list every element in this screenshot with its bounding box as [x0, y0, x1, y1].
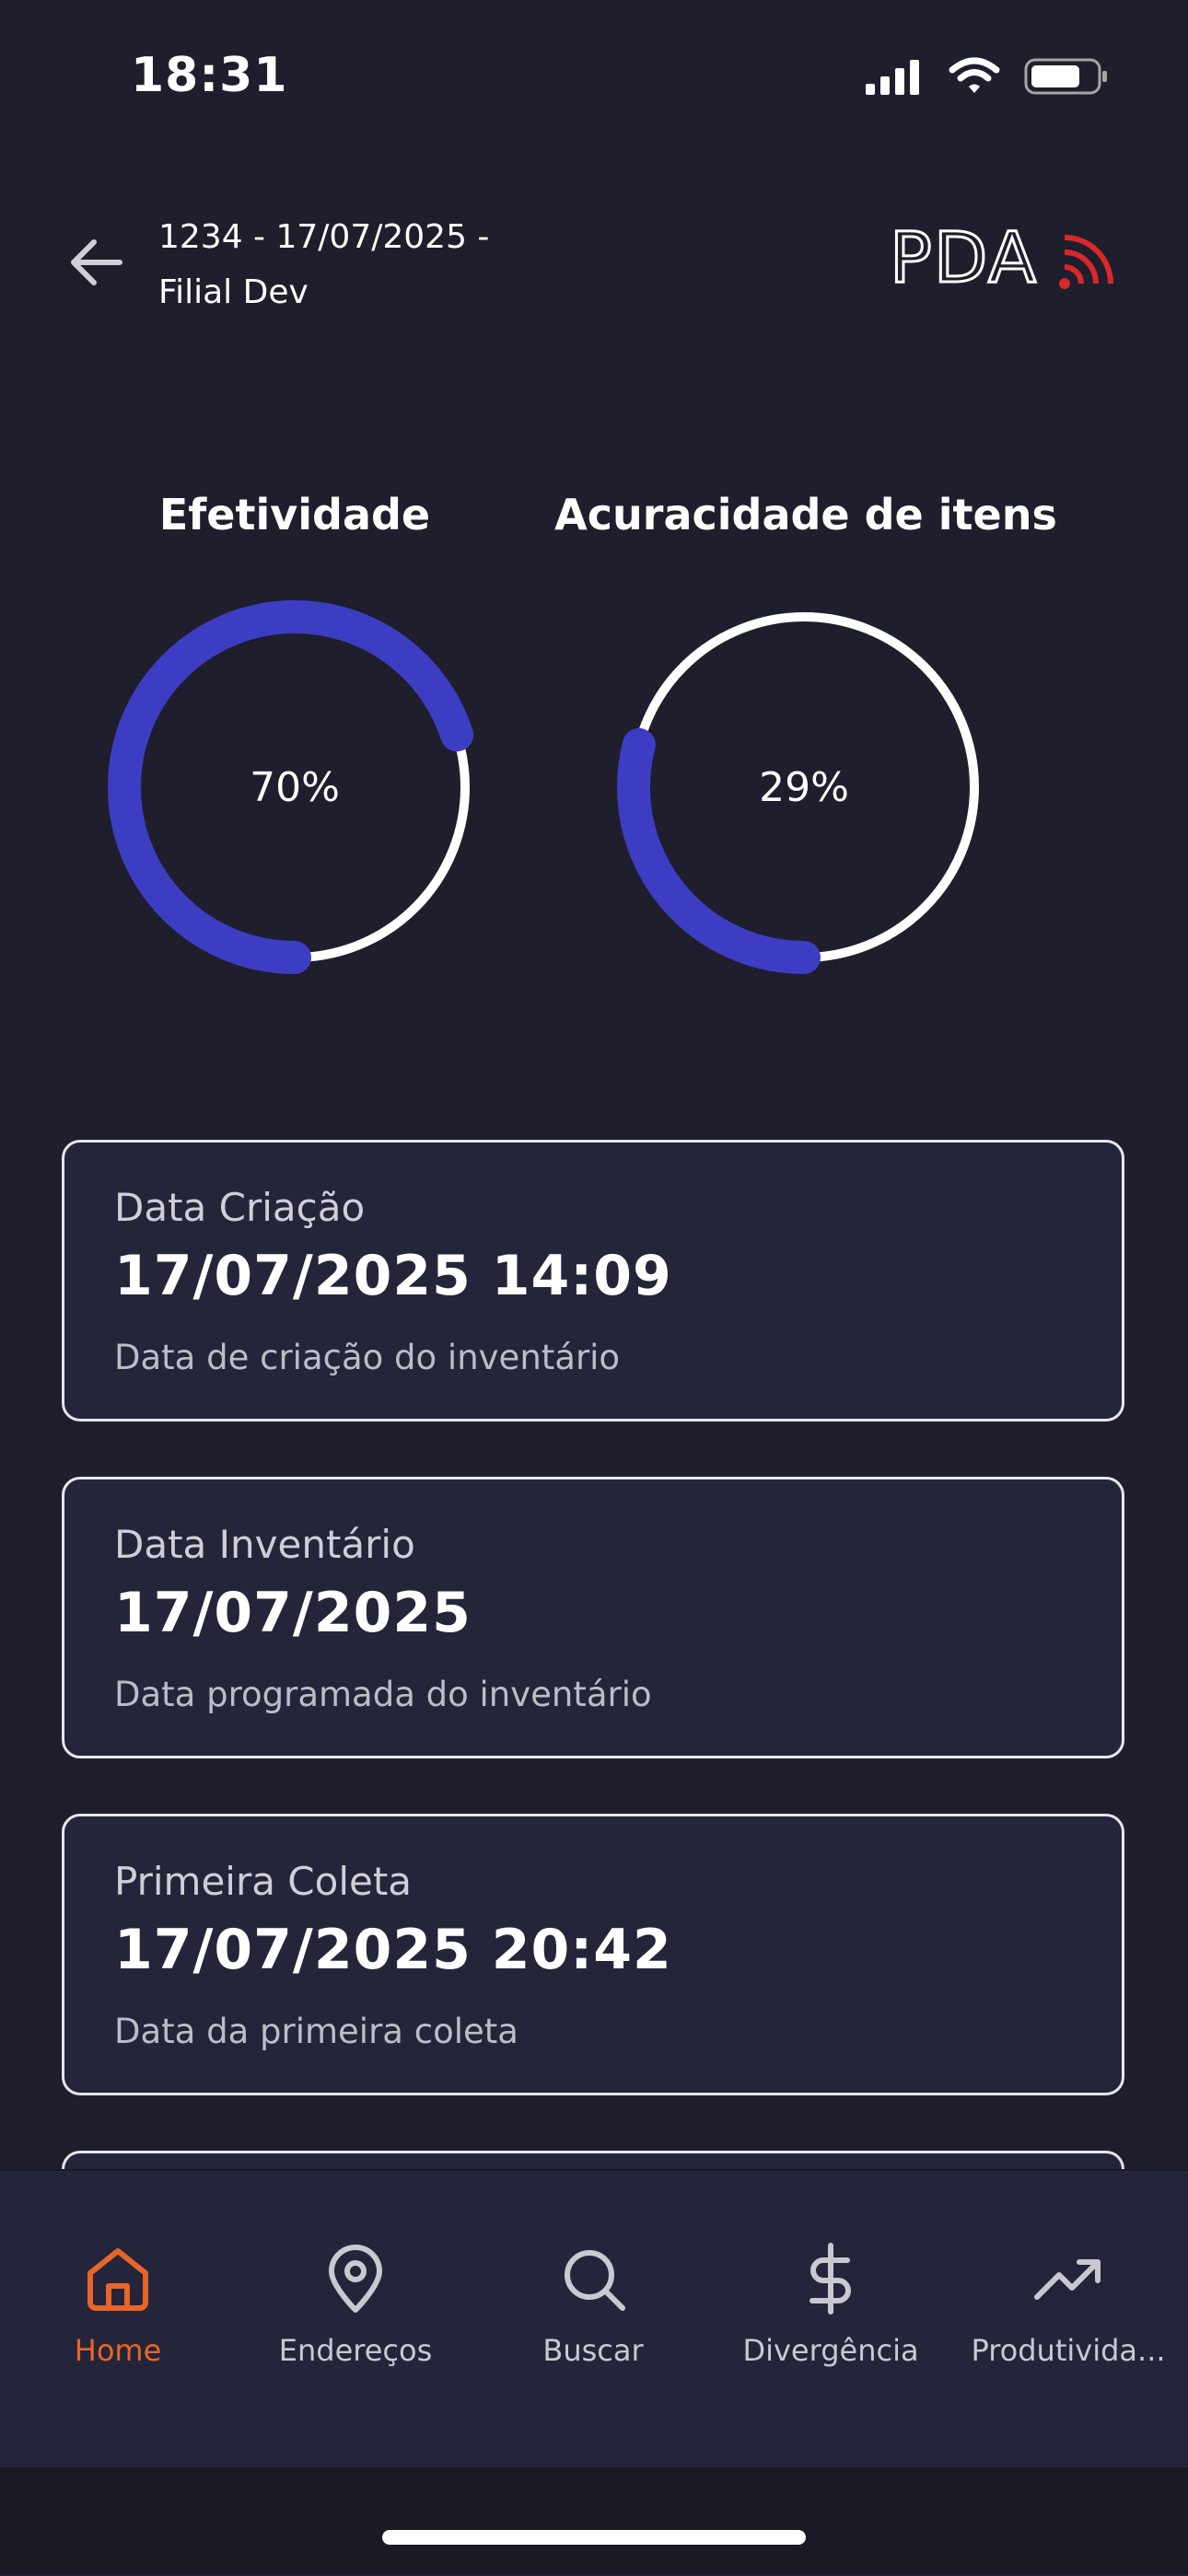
inventory-title: 1234 - 17/07/2025 - Filial Dev [158, 210, 489, 320]
efetividade-gauge: 70% [106, 598, 483, 976]
battery-icon [1024, 58, 1107, 95]
chart-title-efetividade: Efetividade [158, 490, 431, 540]
card-label: Data Criação [114, 1185, 366, 1230]
search-icon [565, 2250, 625, 2311]
wifi-icon [949, 57, 1000, 93]
tab-label: Buscar [542, 2333, 644, 2368]
arrow-left-icon [71, 239, 122, 285]
chart-title-acuracidade: Acuracidade de itens [554, 490, 1057, 540]
acuracidade-value: 29% [759, 763, 849, 811]
card-value: 17/07/2025 [114, 1581, 472, 1645]
inventory-title-line2: Filial Dev [158, 273, 309, 311]
card-data-inventario: Data Inventário 17/07/2025 Data programa… [62, 1477, 1124, 1758]
tab-label: Home [74, 2333, 162, 2368]
status-time: 18:31 [131, 48, 288, 103]
tab-label: Produtivida... [971, 2333, 1166, 2368]
card-description: Data de criação do inventário [114, 1338, 621, 1377]
tab-label: Divergência [742, 2333, 919, 2368]
card-value: 17/07/2025 14:09 [114, 1244, 672, 1308]
acuracidade-gauge: 29% [615, 598, 993, 976]
card-label: Primeira Coleta [114, 1859, 413, 1904]
header: 1234 - 17/07/2025 - Filial Dev PDA [0, 203, 1188, 331]
map-pin-icon [329, 2245, 382, 2313]
logo-text: PDA [890, 221, 1038, 295]
tab-produtividade[interactable]: Produtivida... [958, 2237, 1179, 2368]
card-label: Data Inventário [114, 1522, 415, 1567]
card-description: Data programada do inventário [114, 1675, 652, 1714]
inventory-title-line1: 1234 - 17/07/2025 - [158, 218, 490, 256]
home-indicator[interactable] [382, 2530, 806, 2545]
card-data-criacao: Data Criação 17/07/2025 14:09 Data de cr… [62, 1140, 1124, 1421]
efetividade-value: 70% [250, 763, 340, 811]
charts-section: Efetividade Acuracidade de itens 70% 29% [0, 479, 1188, 994]
dollar-icon [809, 2243, 851, 2315]
tab-label: Endereços [278, 2333, 433, 2368]
home-indicator-area [0, 2467, 1188, 2574]
card-description: Data da primeira coleta [114, 2012, 518, 2051]
card-primeira-coleta: Primeira Coleta 17/07/2025 20:42 Data da… [62, 1814, 1124, 2095]
status-icons [866, 57, 1109, 96]
back-button[interactable] [64, 230, 129, 295]
tab-home[interactable]: Home [7, 2237, 228, 2368]
signal-icon [1059, 235, 1113, 289]
tab-buscar[interactable]: Buscar [483, 2237, 704, 2368]
trending-up-icon [1034, 2259, 1101, 2300]
card-value: 17/07/2025 20:42 [114, 1918, 672, 1982]
tab-divergencia[interactable]: Divergência [720, 2237, 941, 2368]
pda-logo: PDA [889, 215, 1120, 300]
tab-enderecos[interactable]: Endereços [245, 2237, 466, 2368]
home-icon [87, 2248, 148, 2311]
status-bar: 18:31 [0, 0, 1188, 157]
cellular-signal-icon [866, 60, 919, 95]
